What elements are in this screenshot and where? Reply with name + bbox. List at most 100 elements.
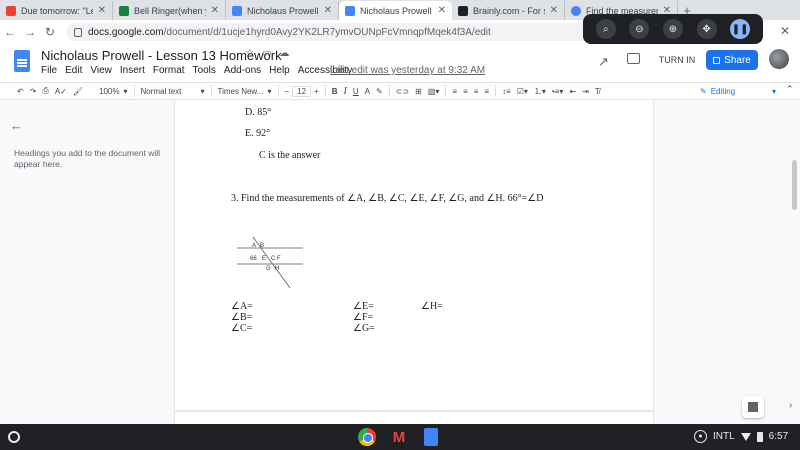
menu-add-ons[interactable]: Add-ons xyxy=(224,65,261,76)
vertical-scrollbar[interactable] xyxy=(792,160,797,210)
close-icon[interactable]: ✕ xyxy=(550,5,558,16)
font-size-input[interactable]: 12 xyxy=(292,85,312,97)
document-page[interactable]: D. 85° E. 92° C is the answer 3. Find th… xyxy=(175,100,653,410)
paint-format-icon[interactable]: 🖌 xyxy=(70,87,86,96)
docs-icon[interactable] xyxy=(424,428,438,446)
bulleted-list-icon[interactable]: •≡▾ xyxy=(549,87,566,96)
explore-button[interactable] xyxy=(742,396,764,418)
address-bar[interactable]: docs.google.com/document/d/1ucje1hyrd0Av… xyxy=(66,23,626,41)
align-left-icon[interactable]: ≡ xyxy=(449,87,460,96)
align-justify-icon[interactable]: ≡ xyxy=(481,87,492,96)
menu-format[interactable]: Format xyxy=(153,65,185,76)
chevron-down-icon: ▾ xyxy=(267,86,272,96)
menu-file[interactable]: File xyxy=(41,65,57,76)
chevron-up-icon[interactable]: ⌃ xyxy=(786,84,794,95)
next-page[interactable] xyxy=(175,412,653,424)
locale-label: INTL xyxy=(713,431,735,442)
redo-icon[interactable]: ↷ xyxy=(27,87,40,96)
numbered-list-icon[interactable]: ⒈▾ xyxy=(531,86,549,97)
chrome-icon[interactable] xyxy=(358,428,376,446)
underline-button[interactable]: U xyxy=(350,87,362,96)
move-icon[interactable]: ✥ xyxy=(696,19,717,39)
browser-tab[interactable]: Due tomorrow: "Lesson ✕ xyxy=(0,1,113,20)
spellcheck-icon[interactable]: A✓ xyxy=(52,87,70,96)
chevron-down-icon: ▾ xyxy=(771,86,776,96)
zoom-in-icon[interactable]: ⊕ xyxy=(662,19,683,39)
move-to-folder-icon[interactable]: ▭ xyxy=(262,48,271,59)
browser-tab[interactable]: Brainly.com - For stude ✕ xyxy=(452,1,565,20)
close-icon[interactable]: ✕ xyxy=(324,5,332,16)
back-arrow-icon[interactable]: ← xyxy=(10,118,23,133)
comment-add-icon[interactable]: ⊞ xyxy=(412,87,425,96)
align-center-icon[interactable]: ≡ xyxy=(460,87,471,96)
undo-icon[interactable]: ↶ xyxy=(14,87,27,96)
lock-icon xyxy=(74,27,82,37)
font-value: Times New... xyxy=(217,86,264,96)
menu-edit[interactable]: Edit xyxy=(65,65,82,76)
answer-h: ∠H= xyxy=(421,301,443,312)
back-arrow-icon[interactable]: ← xyxy=(0,22,20,42)
zoom-select[interactable]: 100% ▾ xyxy=(96,87,130,96)
parallel-lines-figure: A B 66 E C F G H xyxy=(237,236,303,289)
editing-mode-select[interactable]: ✎ Editing ▾ xyxy=(700,84,776,98)
label-g: G xyxy=(266,266,271,272)
status-tray[interactable]: ● INTL 6:57 xyxy=(694,430,788,443)
close-icon[interactable]: ✕ xyxy=(98,5,106,16)
star-icon[interactable]: ☆ xyxy=(245,48,254,59)
answer-text: C is the answer xyxy=(259,150,321,161)
print-icon[interactable]: ⎙ xyxy=(39,86,51,96)
zoom-out-icon[interactable]: ⊖ xyxy=(629,19,650,39)
menu-view[interactable]: View xyxy=(90,65,112,76)
answer-b: ∠B= xyxy=(231,312,253,323)
clear-formatting-icon[interactable]: T̸ xyxy=(592,87,603,96)
browser-tab-active[interactable]: Nicholaus Prowell - Les ✕ xyxy=(339,1,452,20)
activity-trend-icon[interactable]: ↗ xyxy=(598,54,609,70)
italic-button[interactable]: I xyxy=(341,86,350,97)
label-f: F xyxy=(277,256,281,262)
docs-logo-icon[interactable] xyxy=(14,50,30,72)
search-icon[interactable]: ⌕ xyxy=(595,19,616,39)
image-icon[interactable]: ▨▾ xyxy=(425,87,443,96)
gmail-icon[interactable]: M xyxy=(390,428,408,446)
avatar[interactable] xyxy=(769,49,789,69)
clock: 6:57 xyxy=(768,431,789,442)
comment-icon[interactable] xyxy=(627,53,640,64)
share-button[interactable]: Share xyxy=(706,50,758,70)
bold-button[interactable]: B xyxy=(329,87,341,96)
browser-tab[interactable]: Bell Ringer(when you w ✕ xyxy=(113,1,226,20)
decrease-font-size-button[interactable]: − xyxy=(282,87,293,96)
menu-insert[interactable]: Insert xyxy=(120,65,145,76)
font-select[interactable]: Times New... ▾ xyxy=(215,87,275,96)
docs-favicon-icon xyxy=(232,5,242,16)
menu-help[interactable]: Help xyxy=(269,65,290,76)
line-spacing-icon[interactable]: ↕≡ xyxy=(499,87,514,96)
style-select[interactable]: Normal text ▾ xyxy=(138,87,208,96)
close-icon[interactable]: ✕ xyxy=(776,22,794,40)
answer-c: ∠C= xyxy=(231,323,253,334)
turn-in-button[interactable]: TURN IN xyxy=(652,50,702,70)
outline-hint: Headings you add to the document will ap… xyxy=(14,148,161,169)
align-right-icon[interactable]: ≡ xyxy=(471,87,482,96)
browser-tab[interactable]: Nicholaus Prowell - Bell ✕ xyxy=(226,1,339,20)
close-icon[interactable]: ✕ xyxy=(211,5,219,16)
url-host: docs.google.com xyxy=(88,26,164,38)
increase-font-size-button[interactable]: + xyxy=(311,87,322,96)
checklist-icon[interactable]: ☑▾ xyxy=(514,87,531,96)
link-icon[interactable]: ⊂⊃ xyxy=(393,87,412,96)
menu-tools[interactable]: Tools xyxy=(193,65,216,76)
launcher-icon[interactable] xyxy=(8,431,20,443)
tab-label: Due tomorrow: "Lesson xyxy=(21,5,93,16)
highlight-icon[interactable]: ✎ xyxy=(373,87,386,96)
decrease-indent-icon[interactable]: ⇤ xyxy=(566,87,579,96)
increase-indent-icon[interactable]: ⇥ xyxy=(579,87,592,96)
chevron-right-icon[interactable]: › xyxy=(789,400,792,411)
menu-bar: File Edit View Insert Format Tools Add-o… xyxy=(41,65,352,76)
cloud-status-icon[interactable]: ☁ xyxy=(279,48,289,59)
last-edit-link[interactable]: Last edit was yesterday at 9:32 AM xyxy=(330,65,485,76)
forward-arrow-icon[interactable]: → xyxy=(20,22,40,42)
label-h: H xyxy=(275,266,279,272)
reload-icon[interactable]: ↻ xyxy=(40,22,60,42)
text-color-button[interactable]: A xyxy=(362,87,373,96)
close-icon[interactable]: ✕ xyxy=(438,5,446,16)
pause-icon[interactable]: ❚❚ xyxy=(730,19,751,39)
